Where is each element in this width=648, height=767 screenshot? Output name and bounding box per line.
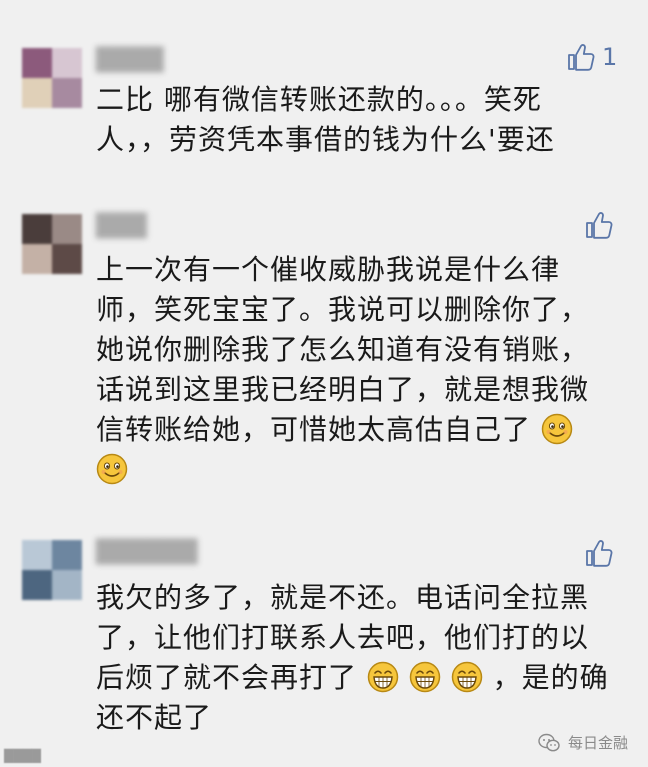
brand-name: 每日金融: [567, 734, 628, 752]
comment-line: 她说你删除我了怎么知道有没有销账，: [96, 333, 590, 366]
comment-text: 上一次有一个催收威胁我说是什么律 师，笑死宝宝了。我说可以删除你了， 她说你删除…: [96, 250, 616, 490]
thumbs-up-icon: [584, 538, 614, 568]
comment-line: 师，笑死宝宝了。我说可以删除你了，: [96, 293, 590, 326]
comment-line: 了，让他们打联系人去吧，他们打的以: [96, 621, 590, 654]
comment-line: 后烦了就不会再打了 ，是的确: [96, 658, 616, 698]
brand-watermark: 每日金融: [538, 732, 628, 753]
comment-line: 话说到这里我已经明白了，就是想我微: [96, 373, 590, 406]
watermark-text: ████: [4, 749, 41, 763]
comment-line: 人，，劳资凭本事借的钱为什么'要还: [96, 123, 555, 156]
watermark: ████: [4, 749, 41, 763]
avatar[interactable]: [22, 540, 82, 600]
comment-line: 信转账给她，可惜她太高估自己了: [96, 410, 616, 450]
thumbs-up-icon: [566, 42, 596, 72]
comment-text: 二比 哪有微信转账还款的。。。笑死 人，，劳资凭本事借的钱为什么'要还: [96, 80, 616, 160]
like-count: 1: [602, 43, 618, 71]
comment-2: ███ 上一次有一个催收威胁我说是什么律 师，笑死宝宝了。我说可以删除你了， 她…: [0, 190, 648, 520]
grin-emoji: [409, 661, 441, 693]
like-button[interactable]: 1: [566, 42, 617, 72]
author-name[interactable]: ██████: [96, 538, 198, 568]
author-name[interactable]: ████: [96, 46, 164, 76]
smile-emoji: [541, 413, 573, 445]
comment-text: 我欠的多了，就是不还。电话问全拉黑 了，让他们打联系人去吧，他们打的以 后烦了就…: [96, 578, 616, 738]
avatar[interactable]: [22, 214, 82, 274]
author-name[interactable]: ███: [96, 212, 147, 242]
comment-line: 二比 哪有微信转账还款的。。。笑死: [96, 83, 542, 116]
grin-emoji: [451, 661, 483, 693]
comment-3: ██████ 我欠的多了，就是不还。电话问全拉黑 了，让他们打联系人去吧，他们打…: [0, 520, 648, 767]
comment-line-text: 后烦了就不会再打了: [96, 661, 358, 694]
comment-line-text: ，是的确: [492, 661, 609, 694]
comment-line-text: 信转账给她，可惜她太高估自己了: [96, 413, 532, 446]
comment-line: 上一次有一个催收威胁我说是什么律: [96, 253, 561, 286]
smile-emoji: [96, 453, 128, 485]
thumbs-up-icon: [584, 210, 614, 240]
comment-line: [96, 450, 616, 490]
avatar[interactable]: [22, 48, 82, 108]
like-button[interactable]: [584, 538, 614, 568]
comment-1: ████ 1 二比 哪有微信转账还款的。。。笑死 人，，劳资凭本事借的钱为什么'…: [0, 0, 648, 190]
comment-line: 我欠的多了，就是不还。电话问全拉黑: [96, 581, 590, 614]
like-button[interactable]: [584, 210, 614, 240]
wechat-icon: [538, 733, 560, 751]
grin-emoji: [367, 661, 399, 693]
